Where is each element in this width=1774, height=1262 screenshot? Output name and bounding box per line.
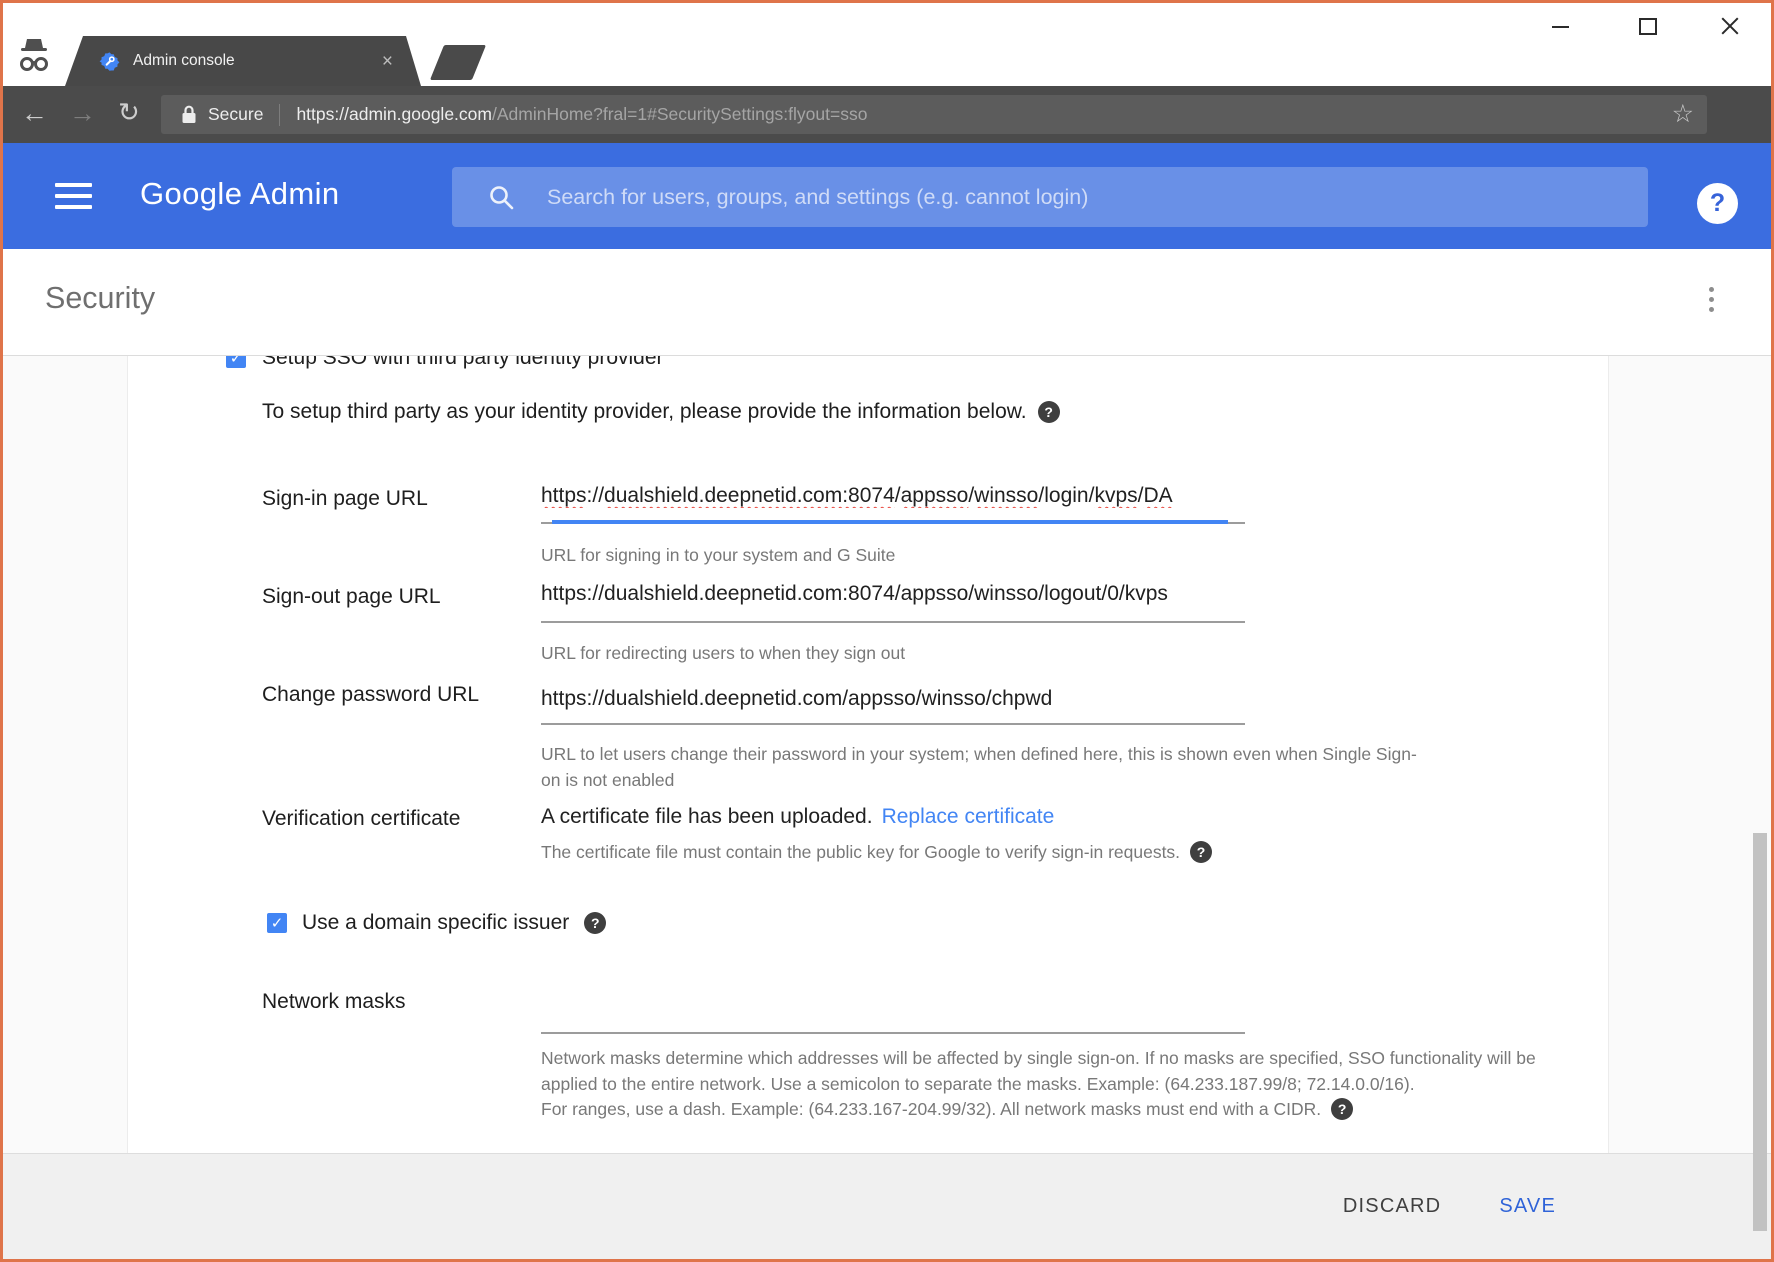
network-masks-helper-2: For ranges, use a dash. Example: (64.233…	[541, 1098, 1322, 1119]
sso-intro-help-icon[interactable]: ?	[1037, 401, 1060, 423]
sso-intro-text: To setup third party as your identity pr…	[262, 400, 1027, 423]
new-tab-button[interactable]	[429, 45, 487, 80]
incognito-icon	[20, 39, 48, 71]
certificate-helper-text: The certificate file must contain the pu…	[541, 841, 1181, 862]
browser-toolbar: ← → ↻ Secure https://admin.google.com/Ad…	[3, 86, 1771, 207]
certificate-status-row: A certificate file has been uploaded. Re…	[541, 805, 1054, 829]
flyout-footer: DISCARD SAVE	[3, 1153, 1771, 1259]
sso-intro-row: To setup third party as your identity pr…	[262, 400, 1060, 424]
sign-in-url-helper: URL for signing in to your system and G …	[541, 545, 896, 565]
tab-title: Admin console	[133, 52, 235, 69]
secure-lock-icon	[182, 105, 196, 123]
network-masks-help-icon[interactable]: ?	[1331, 1098, 1354, 1120]
network-masks-helper-1: Network masks determine which addresses …	[541, 1048, 1536, 1094]
domain-issuer-row: ✓ Use a domain specific issuer ?	[267, 911, 607, 935]
window-maximize-button[interactable]	[1639, 18, 1657, 35]
sign-in-url-input[interactable]: https://dualshield.deepnetid.com:8074/ap…	[541, 484, 1245, 508]
browser-window: Admin console × ← → ↻ Secure https://adm…	[0, 0, 1774, 1262]
admin-console-favicon-gear-icon	[99, 51, 120, 72]
network-masks-underline	[541, 1032, 1245, 1034]
sign-in-url-label: Sign-in page URL	[262, 487, 428, 510]
certificate-helper-row: The certificate file must contain the pu…	[541, 841, 1213, 863]
setup-sso-label: Setup SSO with third party identity prov…	[262, 356, 664, 369]
setup-sso-checkbox[interactable]: ✓	[226, 356, 246, 368]
browser-tab-admin-console[interactable]: Admin console ×	[65, 36, 421, 86]
setup-sso-row-clipped: ✓ Setup SSO with third party identity pr…	[128, 356, 1608, 371]
admin-search-input[interactable]: Search for users, groups, and settings (…	[452, 167, 1648, 227]
page-header: Security	[3, 249, 1771, 355]
search-placeholder: Search for users, groups, and settings (…	[547, 184, 1089, 209]
reload-button[interactable]: ↻	[118, 99, 140, 126]
certificate-help-icon[interactable]: ?	[1190, 841, 1213, 863]
discard-button[interactable]: DISCARD	[1343, 1195, 1441, 1218]
certificate-status-text: A certificate file has been uploaded.	[541, 805, 873, 828]
page-title: Security	[45, 281, 156, 315]
hamburger-menu-icon[interactable]	[55, 183, 92, 209]
product-title: Google Admin	[140, 176, 340, 211]
address-divider	[279, 103, 281, 126]
url-host: https://admin.google.com	[296, 104, 492, 124]
change-password-url-input[interactable]: https://dualshield.deepnetid.com/appsso/…	[541, 687, 1245, 711]
sign-out-url-underline	[541, 621, 1245, 623]
google-admin-appbar: Google Admin Search for users, groups, a…	[3, 143, 1771, 249]
content-area: ✓ Setup SSO with third party identity pr…	[3, 355, 1771, 1259]
page-overflow-menu-icon[interactable]	[1703, 281, 1720, 318]
window-titlebar: Admin console ×	[3, 3, 1771, 86]
sign-in-url-focus-underline	[552, 520, 1228, 524]
url-path: /AdminHome?fral=1#SecuritySettings:flyou…	[491, 104, 868, 124]
scrollbar-thumb[interactable]	[1753, 833, 1767, 1231]
secure-label: Secure	[208, 104, 264, 124]
page-url[interactable]: https://admin.google.com/AdminHome?fral=…	[296, 104, 867, 125]
back-button[interactable]: ←	[21, 100, 48, 127]
change-password-url-helper: URL to let users change their password i…	[541, 744, 1417, 790]
window-minimize-button[interactable]	[1552, 26, 1569, 28]
sign-out-url-label: Sign-out page URL	[262, 585, 441, 608]
window-close-button[interactable]	[1721, 16, 1739, 34]
domain-issuer-label: Use a domain specific issuer	[302, 911, 570, 934]
sign-out-url-input[interactable]: https://dualshield.deepnetid.com:8074/ap…	[541, 582, 1245, 606]
address-bar[interactable]: Secure https://admin.google.com/AdminHom…	[161, 95, 1707, 134]
network-masks-helper-2-row: For ranges, use a dash. Example: (64.233…	[541, 1098, 1354, 1120]
save-button[interactable]: SAVE	[1499, 1195, 1556, 1218]
help-button[interactable]: ?	[1697, 183, 1738, 224]
domain-issuer-help-icon[interactable]: ?	[584, 912, 607, 934]
change-password-url-underline	[541, 723, 1245, 725]
search-icon	[490, 185, 514, 209]
sign-out-url-helper: URL for redirecting users to when they s…	[541, 643, 906, 663]
tab-close-icon[interactable]: ×	[382, 52, 393, 71]
bookmark-star-icon[interactable]: ☆	[1672, 102, 1694, 127]
domain-issuer-checkbox[interactable]: ✓	[267, 913, 287, 933]
change-password-url-label: Change password URL	[262, 683, 480, 706]
forward-button: →	[69, 98, 96, 128]
network-masks-label: Network masks	[262, 990, 406, 1013]
sso-settings-card: ✓ Setup SSO with third party identity pr…	[127, 356, 1609, 1154]
verification-certificate-label: Verification certificate	[262, 807, 461, 830]
replace-certificate-link[interactable]: Replace certificate	[882, 805, 1055, 829]
